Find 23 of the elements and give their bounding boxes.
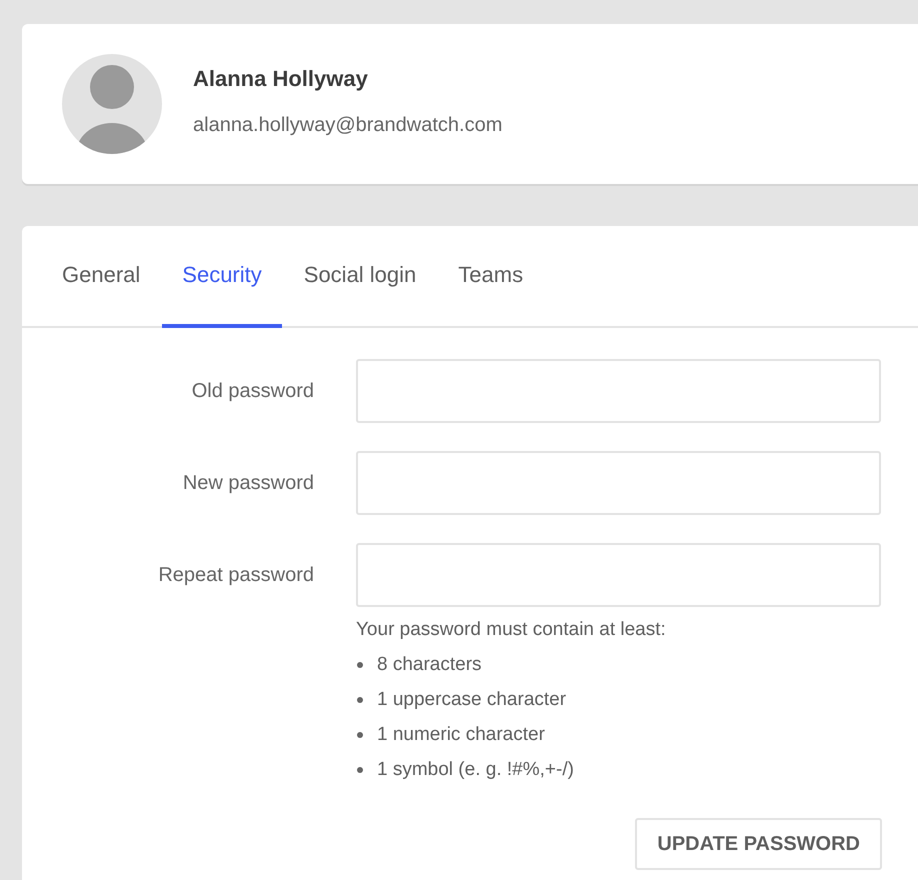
bullet-icon — [357, 767, 363, 773]
tab[interactable]: Teams — [438, 226, 544, 328]
requirements-text: Your password must contain at least: — [356, 619, 667, 641]
field-label: Repeat password — [157, 564, 314, 586]
user-name: Alanna Hollyway — [193, 66, 369, 92]
password-field[interactable] — [356, 451, 881, 515]
field-label: Old password — [190, 380, 314, 402]
requirement-item: 1 numeric character — [377, 724, 545, 746]
user-email: alanna.hollyway@brandwatch.com — [193, 114, 502, 136]
password-field[interactable] — [356, 543, 881, 607]
requirement-item: 1 symbol (e. g. !#%,+-/) — [377, 759, 574, 781]
bullet-icon — [357, 662, 363, 668]
avatar-icon — [62, 54, 162, 154]
bullet-icon — [357, 732, 363, 738]
bullet-icon — [357, 697, 363, 703]
field-label: New password — [182, 472, 314, 494]
tab[interactable]: General — [42, 226, 160, 328]
requirement-item: 8 characters — [377, 654, 482, 676]
requirement-item: 1 uppercase character — [377, 689, 566, 711]
tab[interactable]: Security — [162, 226, 282, 328]
password-field[interactable] — [356, 359, 881, 423]
update-password-button[interactable]: UPDATE PASSWORD — [635, 818, 882, 870]
tab[interactable]: Social login — [284, 226, 436, 328]
